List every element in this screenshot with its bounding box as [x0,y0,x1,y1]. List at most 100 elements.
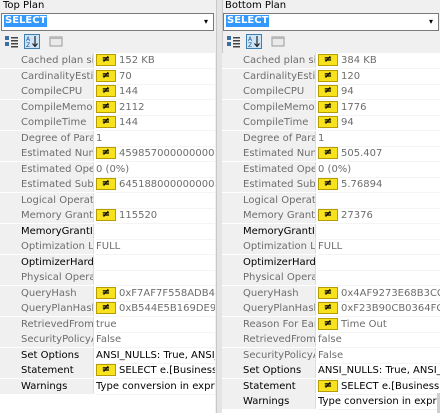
property-name: Logical Operation [0,192,94,208]
property-value-text: FULL [318,241,343,252]
not-equal-icon: ≠ [96,286,116,299]
property-value: 1 [318,131,440,147]
property-row[interactable]: Logical Operation [0,192,215,209]
categorized-icon[interactable] [4,34,20,49]
property-row[interactable]: Physical Operatio [222,270,440,286]
chevron-down-icon[interactable]: ▾ [425,15,437,28]
property-row[interactable]: CompileCPU ≠ 144 [0,84,215,100]
property-row[interactable]: ▷MemoryGrantInfo [222,223,440,240]
property-row[interactable]: ▷OptimizerHardwa [222,254,440,271]
property-row[interactable]: SecurityPolicyApFalse [222,347,440,364]
property-name: QueryHash [222,285,316,301]
property-value-text: true [96,318,117,330]
property-value-text: 0xF23B90CB0364FC [341,303,440,314]
property-row[interactable]: Estimated Numbe≠459857000000000 [0,146,215,162]
property-value: false [318,332,440,348]
property-row[interactable]: QueryHash ≠ 0x4AF9273E68B3CC [222,285,440,302]
property-value-text: SELECT e.[BusinessEnt [341,380,440,392]
property-value-text: Type conversion in expres [318,396,440,407]
property-row[interactable]: RetrievedFromCafalse [222,332,440,348]
property-name: Physical Operatio [222,270,316,285]
alphabetical-sort-icon[interactable]: AZ [246,34,262,49]
property-row[interactable]: Degree of Paralle1 [222,130,440,147]
property-row[interactable]: ▷Set OptionsANSI_NULLS: True, ANSI_ [222,363,440,379]
property-row[interactable]: Logical Operation [222,192,440,209]
property-row[interactable]: QueryPlanHash ≠ 0xF23B90CB0364FC [222,301,440,317]
categorized-icon[interactable] [226,34,242,49]
property-row[interactable]: Estimated Operat0 (0%) [0,161,215,178]
properties-grid: Cached plan size≠384 KB CardinalityEstim… [222,53,440,413]
property-value: ≠0xF7AF7F558ADB4319 [96,286,215,302]
property-name: CompileCPU [0,84,94,99]
property-name: RetrievedFromCa [0,316,94,332]
property-row[interactable]: CompileTime ≠ 94 [222,115,440,131]
property-value: ≠ 94 [318,115,440,131]
property-pages-icon[interactable] [270,34,286,49]
not-equal-icon: ≠ [96,54,116,66]
property-row[interactable]: ▷WarningsType conversion in express [0,378,215,395]
property-value: ≠ 505.407 [318,146,440,162]
property-row[interactable]: Optimization LeveFULL [222,239,440,255]
property-value-text: Type conversion in express [96,380,215,392]
top-plan-pane: Top Plan SELECT ▾ AZ Cached plan size≠15… [0,0,215,413]
property-value: ≠ 144 [96,84,215,100]
property-row[interactable]: Reason For Early≠Time Out [222,316,440,333]
property-row[interactable]: ▷OptimizerHardwa [0,254,215,271]
property-value: 1 [96,131,215,147]
property-row[interactable]: QueryPlanHash≠0xB544E5B169DE9806 [0,301,215,317]
property-name: Cached plan size [0,53,94,68]
property-row[interactable]: Cached plan size≠152 KB [0,53,215,69]
statement-select[interactable]: SELECT ▾ [223,13,439,31]
property-row[interactable]: Memory Grant ≠ 115520 [0,208,215,224]
not-equal-icon: ≠ [318,302,338,314]
property-pages-icon[interactable] [48,34,64,49]
property-row[interactable]: CompileTime ≠ 144 [0,115,215,131]
property-value-text: 144 [119,117,139,128]
property-name: SecurityPolicyAp [222,347,316,363]
property-row[interactable]: Estimated Subtre≠645188000000000 [0,177,215,193]
property-row[interactable]: Memory Grant ≠ 27376 [222,208,440,224]
statement-select[interactable]: SELECT ▾ [1,13,214,31]
property-name: Estimated Numbe [0,146,94,161]
property-row[interactable]: ▷Set OptionsANSI_NULLS: True, ANSI_ [0,347,215,364]
property-value: ≠ Time Out [318,317,440,333]
property-value-text: 5.76894 [341,179,383,190]
not-equal-icon: ≠ [96,147,116,159]
property-row[interactable]: QueryHash≠0xF7AF7F558ADB4319 [0,285,215,302]
chevron-down-icon[interactable]: ▾ [200,15,212,28]
property-row[interactable]: CompileMemory≠2112 [0,99,215,116]
property-row[interactable]: CompileMemory≠1776 [222,99,440,116]
property-value: 0 (0%) [318,162,440,178]
property-row[interactable]: Degree of Paralle1 [0,130,215,147]
property-row[interactable]: Statement≠SELECT e.[BusinessEnt [222,378,440,395]
property-row[interactable]: Estimated Numbe≠505.407 [222,146,440,162]
property-value: ≠SELECT e.[BusinessEntit [96,363,215,379]
property-name: CompileTime [0,115,94,130]
property-value [96,270,215,286]
property-row[interactable]: ▷WarningsType conversion in expres [222,394,440,410]
property-name: Cached plan size [222,53,316,68]
property-row[interactable]: SecurityPolicyApFalse [0,332,215,348]
not-equal-icon: ≠ [318,286,338,299]
alphabetical-sort-icon[interactable]: AZ [24,34,40,49]
not-equal-icon: ≠ [96,69,116,82]
property-value-text: 1 [318,132,325,144]
property-row[interactable]: Physical Operatio [0,270,215,286]
property-row[interactable]: RetrievedFromCatrue [0,316,215,333]
pane-title: Bottom Plan [225,0,287,11]
not-equal-icon: ≠ [318,116,338,128]
property-row[interactable]: Statement≠SELECT e.[BusinessEntit [0,363,215,379]
property-row[interactable]: CardinalityEstima≠70 [0,68,215,85]
property-row[interactable]: CompileCPU ≠ 94 [222,84,440,100]
property-row[interactable]: CardinalityEstima≠120 [222,68,440,85]
property-name: Warnings [222,394,316,409]
property-row[interactable]: Estimated Operat0 (0%) [222,161,440,178]
property-row[interactable]: ▷MemoryGrantInfo [0,223,215,240]
property-row[interactable]: Cached plan size≠384 KB [222,53,440,69]
property-value: Type conversion in express [96,379,215,395]
property-value: ≠SELECT e.[BusinessEnt [318,379,440,395]
property-name: Warnings [0,378,94,394]
property-row[interactable]: Optimization LeveFULL [0,239,215,255]
property-value [318,193,440,209]
property-row[interactable]: Estimated Subtre≠5.76894 [222,177,440,193]
